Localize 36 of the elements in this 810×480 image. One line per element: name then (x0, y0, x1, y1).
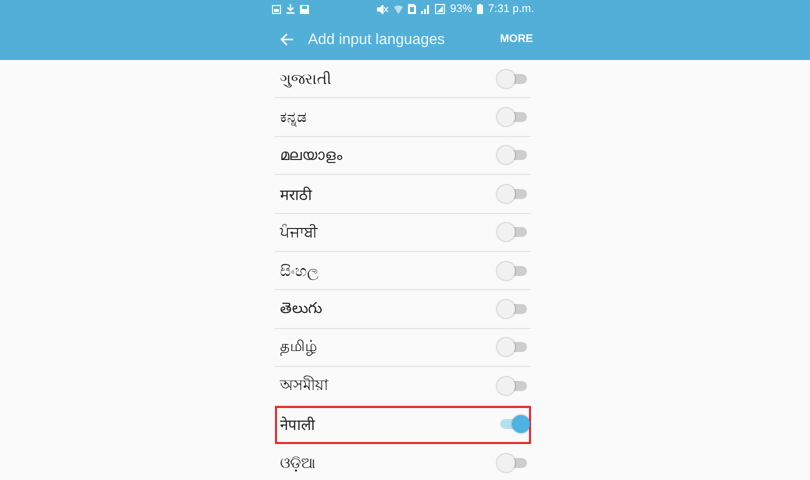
screen-title: Add input languages (308, 30, 446, 48)
language-name: ଓଡ଼ିଆ (280, 454, 316, 472)
toggle-switch[interactable] (497, 184, 527, 203)
language-name: മലയാളം (280, 146, 342, 164)
mute-icon (377, 4, 390, 14)
back-arrow-icon (280, 32, 294, 46)
toggle-switch[interactable] (497, 223, 527, 242)
toggle-switch[interactable] (497, 146, 527, 164)
more-button[interactable]: MORE (500, 31, 533, 47)
language-name: ગુજરાતી (280, 70, 331, 88)
image-icon (272, 4, 281, 14)
toggle-switch[interactable] (497, 262, 527, 280)
save-icon (300, 4, 309, 14)
toggle-switch[interactable] (497, 454, 527, 472)
language-name: मराठी (280, 184, 312, 204)
toggle-switch[interactable] (497, 70, 527, 88)
language-name: ಕನ್ನಡ (280, 108, 307, 126)
language-name: தமிழ் (280, 337, 317, 358)
language-name: অসমীয়া (280, 374, 328, 396)
language-name: සිංහල (280, 262, 318, 280)
wifi-icon (394, 4, 404, 14)
clock: 7:31 p.m. (488, 3, 534, 15)
toggle-switch[interactable] (497, 376, 527, 395)
signal-icon (435, 4, 446, 14)
language-name: తెలుగు (280, 298, 322, 319)
toggle-switch[interactable] (497, 300, 527, 318)
back-button[interactable] (278, 30, 296, 48)
language-name: नेपाली (280, 415, 315, 434)
battery-icon (477, 4, 484, 14)
sim-card-icon (408, 4, 416, 14)
language-name: ਪੰਜਾਬੀ (280, 223, 318, 242)
toggle-switch[interactable] (497, 338, 527, 356)
download-icon (286, 4, 295, 14)
signal-icon (421, 4, 430, 14)
toggle-switch[interactable] (497, 108, 527, 126)
battery-percent: 93% (450, 3, 472, 15)
